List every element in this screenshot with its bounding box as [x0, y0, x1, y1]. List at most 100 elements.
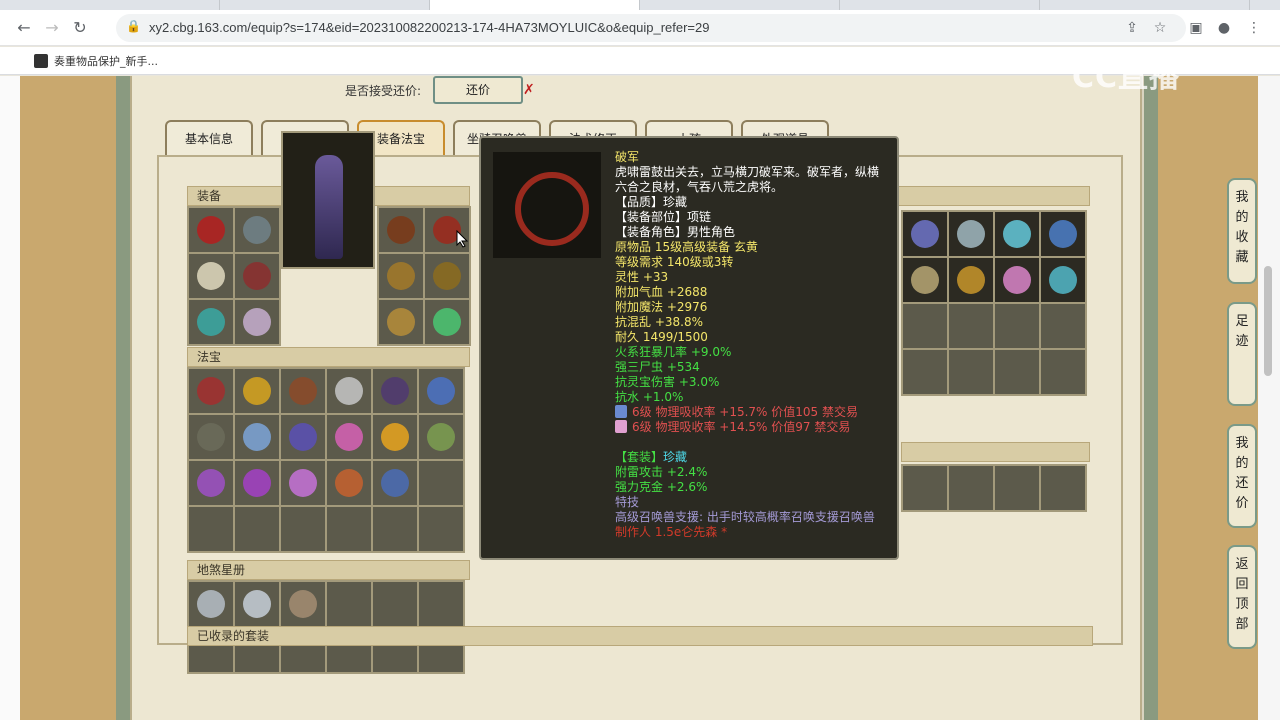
inventory-slot[interactable] — [1041, 258, 1085, 302]
inventory-slot[interactable] — [995, 212, 1039, 256]
secondary-grid — [901, 464, 1087, 512]
menu-icon[interactable]: ⋮ — [1244, 18, 1264, 38]
equip-slot[interactable] — [379, 300, 423, 344]
fabao-slot[interactable] — [281, 415, 325, 459]
item-desc: 虎啸雷鼓出关去，立马横刀破军来。破军者，纵横 — [615, 165, 880, 179]
fabao-slot-empty[interactable] — [189, 507, 233, 551]
inventory-slot[interactable] — [1041, 212, 1085, 256]
browser-tab[interactable] — [1040, 0, 1250, 10]
forward-icon[interactable]: → — [42, 18, 62, 38]
back-icon[interactable]: ← — [14, 18, 34, 38]
dishao-slot-empty[interactable] — [373, 582, 417, 626]
footprint-button[interactable]: 足迹 — [1227, 302, 1257, 406]
lock-icon[interactable]: 🔒 — [126, 19, 141, 35]
url-text[interactable]: xy2.cbg.163.com/equip?s=174&eid=20231008… — [149, 20, 710, 35]
fabao-slot[interactable] — [327, 369, 371, 413]
fabao-slot[interactable] — [373, 415, 417, 459]
fabao-grid — [187, 367, 465, 553]
equip-slot[interactable] — [235, 208, 279, 252]
star-icon[interactable]: ☆ — [1150, 18, 1170, 38]
equip-slot[interactable] — [189, 300, 233, 344]
inventory-slot[interactable] — [949, 258, 993, 302]
secondary-slot-empty[interactable] — [995, 466, 1039, 510]
fabao-slot-empty[interactable] — [327, 507, 371, 551]
fabao-slot-empty[interactable] — [281, 507, 325, 551]
my-favorites-label: 我的收藏 — [1235, 190, 1249, 265]
equip-slot[interactable] — [425, 300, 469, 344]
fabao-slot[interactable] — [235, 369, 279, 413]
dishao-slot-empty[interactable] — [419, 582, 463, 626]
inventory-slot-empty[interactable] — [995, 350, 1039, 394]
inventory-slot[interactable] — [903, 258, 947, 302]
my-favorites-button[interactable]: 我的收藏 — [1227, 178, 1257, 284]
skill-label: 特技 — [615, 495, 640, 509]
fabao-slot-empty[interactable] — [419, 461, 463, 505]
dishao-slot[interactable] — [281, 582, 325, 626]
browser-tab[interactable] — [220, 0, 430, 10]
inventory-slot-empty[interactable] — [1041, 304, 1085, 348]
bookmark-label: 奏重物品保护_新手... — [54, 55, 158, 68]
fabao-slot[interactable] — [235, 415, 279, 459]
fabao-slot[interactable] — [373, 369, 417, 413]
inventory-slot-empty[interactable] — [1041, 350, 1085, 394]
browser-tab[interactable] — [640, 0, 840, 10]
fabao-slot[interactable] — [281, 461, 325, 505]
inventory-slot-empty[interactable] — [949, 304, 993, 348]
equip-slot[interactable] — [189, 254, 233, 298]
share-icon[interactable]: ⇪ — [1122, 18, 1142, 38]
bookmark-item[interactable]: 奏重物品保护_新手... — [34, 53, 158, 69]
reload-icon[interactable]: ↻ — [70, 18, 90, 38]
fabao-slot-empty[interactable] — [419, 507, 463, 551]
browser-tab[interactable] — [0, 0, 220, 10]
inventory-slot[interactable] — [995, 258, 1039, 302]
item-durability: 耐久 1499/1500 — [615, 330, 708, 344]
page-scrollbar[interactable] — [1258, 76, 1280, 720]
browser-tab[interactable] — [840, 0, 1040, 10]
fabao-slot[interactable] — [373, 461, 417, 505]
gem-icon — [615, 405, 627, 418]
equip-slot[interactable] — [379, 208, 423, 252]
equip-slot[interactable] — [235, 254, 279, 298]
dishao-slot-empty[interactable] — [327, 582, 371, 626]
inventory-slot-empty[interactable] — [903, 350, 947, 394]
fabao-slot[interactable] — [189, 461, 233, 505]
fabao-slot[interactable] — [235, 461, 279, 505]
fabao-slot[interactable] — [327, 461, 371, 505]
browser-tab-active[interactable] — [430, 0, 640, 10]
equip-slot[interactable] — [235, 300, 279, 344]
fabao-slot[interactable] — [189, 415, 233, 459]
dishao-slot[interactable] — [235, 582, 279, 626]
fabao-slot[interactable] — [281, 369, 325, 413]
my-counter-offers-button[interactable]: 我的还价 — [1227, 424, 1257, 528]
fabao-slot[interactable] — [189, 369, 233, 413]
scrollbar-thumb[interactable] — [1264, 266, 1272, 376]
inventory-slot-empty[interactable] — [949, 350, 993, 394]
sidepanel-icon[interactable]: ▣ — [1186, 18, 1206, 38]
fabao-slot[interactable] — [419, 369, 463, 413]
fabao-slot[interactable] — [419, 415, 463, 459]
inventory-slot-empty[interactable] — [903, 304, 947, 348]
equip-slot[interactable] — [379, 254, 423, 298]
dishao-slot[interactable] — [189, 582, 233, 626]
browser-tabstrip — [0, 0, 1280, 10]
secondary-slot-empty[interactable] — [949, 466, 993, 510]
item-stat: 灵性 +33 — [615, 270, 669, 284]
skill-desc: 高级召唤兽支援: 出手时较高概率召唤支援召唤兽 — [615, 510, 875, 524]
inventory-slot-empty[interactable] — [995, 304, 1039, 348]
profile-icon[interactable]: ● — [1214, 18, 1234, 38]
counter-offer-button[interactable]: 还价 — [433, 76, 524, 104]
inventory-slot[interactable] — [903, 212, 947, 256]
set-line: 【套装】珍藏 — [615, 450, 895, 465]
equip-slot[interactable] — [425, 254, 469, 298]
inventory-slot[interactable] — [949, 212, 993, 256]
tab-basic-info[interactable]: 基本信息 — [165, 120, 253, 156]
equip-slot[interactable] — [189, 208, 233, 252]
fabao-slot-empty[interactable] — [235, 507, 279, 551]
secondary-slot-empty[interactable] — [903, 466, 947, 510]
address-bar[interactable]: 🔒 xy2.cbg.163.com/equip?s=174&eid=202310… — [116, 14, 1186, 42]
item-slot: 【装备部位】项链 — [615, 210, 712, 224]
back-to-top-button[interactable]: 返回顶部 — [1227, 545, 1257, 649]
secondary-slot-empty[interactable] — [1041, 466, 1085, 510]
fabao-slot[interactable] — [327, 415, 371, 459]
fabao-slot-empty[interactable] — [373, 507, 417, 551]
